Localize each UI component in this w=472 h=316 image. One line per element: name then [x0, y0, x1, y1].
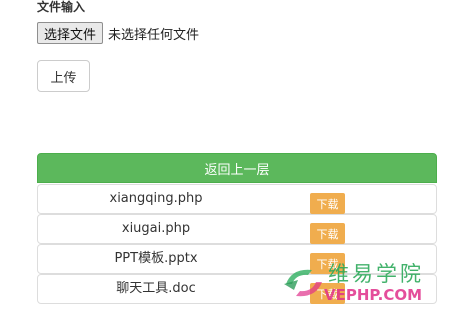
download-button[interactable]: 下载: [310, 253, 345, 274]
back-to-parent-button[interactable]: 返回上一层: [37, 153, 437, 183]
file-row: PPT模板.pptx 下载: [37, 244, 437, 274]
file-name: xiangqing.php: [109, 191, 203, 206]
file-row: xiangqing.php 下载: [37, 184, 437, 214]
file-row: 聊天工具.doc 下载: [37, 274, 437, 304]
download-button[interactable]: 下载: [310, 223, 345, 244]
file-input-label: 文件输入: [37, 0, 86, 14]
download-button[interactable]: 下载: [310, 193, 345, 214]
upload-button[interactable]: 上传: [37, 60, 90, 92]
download-button[interactable]: 下载: [310, 283, 345, 304]
file-name: xiugai.php: [121, 221, 191, 236]
choose-file-button[interactable]: 选择文件: [37, 22, 104, 44]
file-input[interactable]: 选择文件 未选择任何文件: [37, 22, 199, 44]
file-row: xiugai.php 下载: [37, 214, 437, 244]
file-name: PPT模板.pptx: [114, 251, 198, 266]
no-file-selected-text: 未选择任何文件: [108, 27, 200, 43]
file-name: 聊天工具.doc: [116, 281, 196, 296]
